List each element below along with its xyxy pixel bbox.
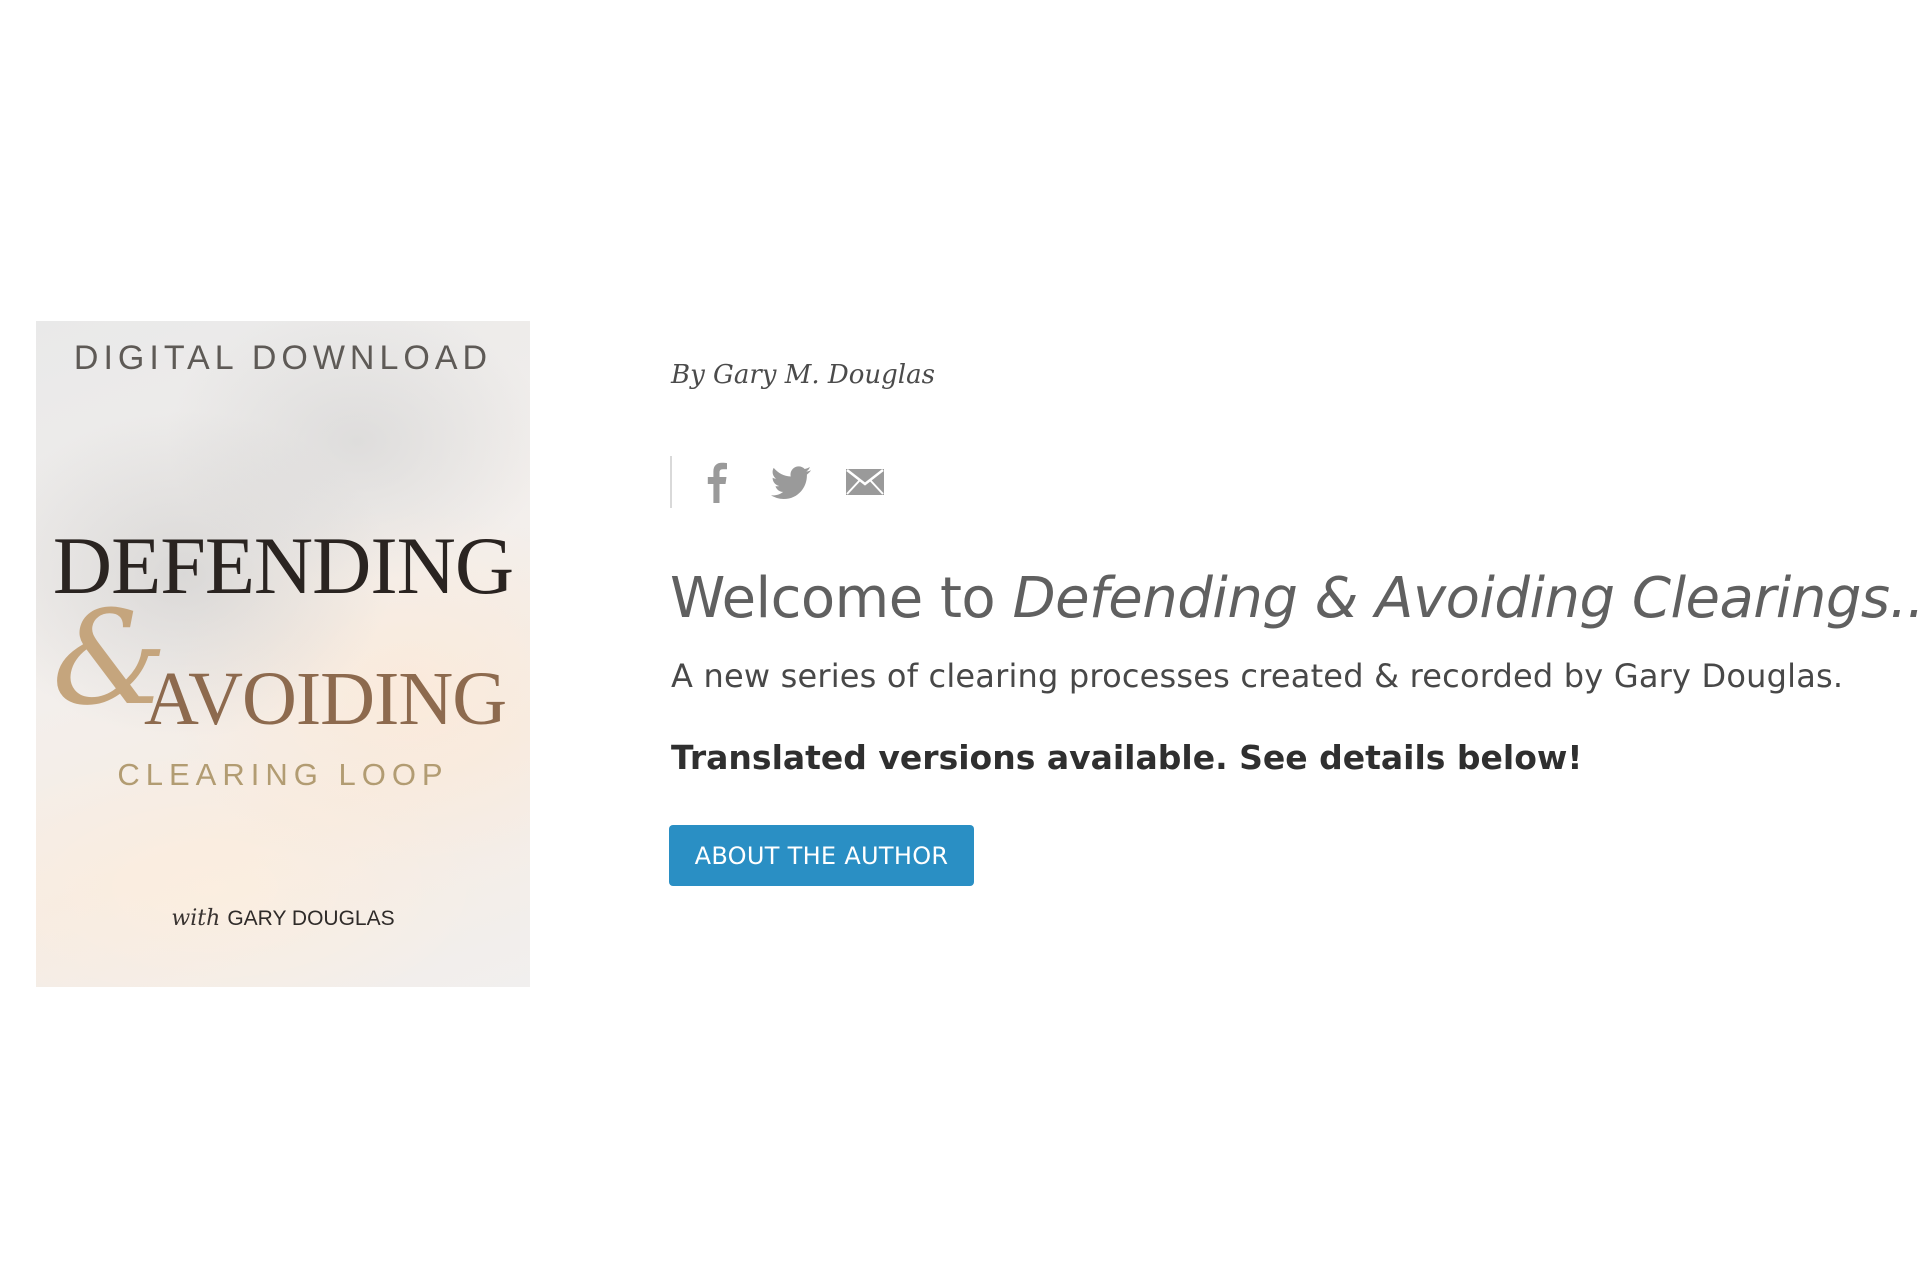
product-page: DIGITAL DOWNLOAD DEFENDING & AVOIDING CL… (0, 0, 1920, 1280)
twitter-icon[interactable] (770, 461, 812, 503)
email-icon[interactable] (844, 461, 886, 503)
cover-with-text: with (171, 906, 221, 931)
headline-prefix: Welcome to (670, 566, 1013, 631)
author-byline: By Gary M. Douglas (671, 360, 935, 390)
cover-author-line: with GARY DOUGLAS (36, 906, 530, 931)
facebook-icon[interactable] (696, 461, 738, 503)
cover-subtitle: CLEARING LOOP (117, 757, 449, 792)
headline-product-title: Defending & Avoiding Clearings... (1012, 566, 1920, 631)
translated-versions-notice: Translated versions available. See detai… (671, 738, 1583, 777)
welcome-headline: Welcome to Defending & Avoiding Clearing… (670, 566, 1920, 631)
cover-title-line2: AVOIDING (144, 657, 507, 741)
product-cover-image: DIGITAL DOWNLOAD DEFENDING & AVOIDING CL… (36, 321, 530, 987)
share-bar (670, 456, 918, 508)
product-description: A new series of clearing processes creat… (671, 657, 1844, 695)
cover-top-text: DIGITAL DOWNLOAD (73, 339, 493, 377)
about-the-author-button[interactable]: ABOUT THE AUTHOR (669, 825, 974, 886)
cover-author-name: GARY DOUGLAS (227, 907, 395, 930)
